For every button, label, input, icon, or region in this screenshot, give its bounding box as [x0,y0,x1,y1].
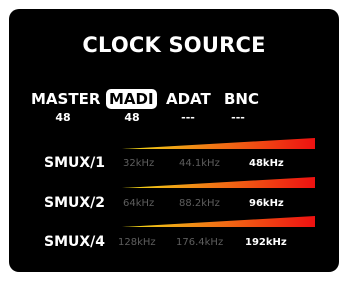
bnc-rate: --- [231,111,245,124]
master-rate: 48 [55,111,71,124]
madi-rate: 48 [124,111,140,124]
smux4-freq-128[interactable]: 128kHz [118,236,156,250]
source-madi-button[interactable]: MADI [106,89,157,109]
adat-rate: --- [181,111,195,124]
smux4-freq-176[interactable]: 176.4kHz [176,236,223,250]
source-bnc-button[interactable]: BNC [224,89,259,109]
smux4-label: SMUX/4 [44,234,106,250]
smux4-level-ramp [122,216,315,227]
smux2-level-ramp [122,177,315,188]
smux2-freq-96[interactable]: 96kHz [249,197,284,211]
smux2-freq-88[interactable]: 88.2kHz [179,197,220,211]
panel-title: CLOCK SOURCE [82,33,266,57]
smux1-label: SMUX/1 [44,155,106,171]
source-master-button[interactable]: MASTER [31,89,100,109]
smux2-freq-64[interactable]: 64kHz [123,197,154,211]
clock-source-panel: CLOCK SOURCE MASTER MADI ADAT BNC 48 48 … [9,9,339,272]
source-adat-button[interactable]: ADAT [166,89,211,109]
smux1-freq-44[interactable]: 44.1kHz [179,157,220,171]
smux1-freq-48[interactable]: 48kHz [249,157,284,171]
smux2-label: SMUX/2 [44,195,106,211]
smux1-freq-32[interactable]: 32kHz [123,157,154,171]
smux4-freq-192[interactable]: 192kHz [245,236,287,250]
smux1-level-ramp [122,138,315,149]
